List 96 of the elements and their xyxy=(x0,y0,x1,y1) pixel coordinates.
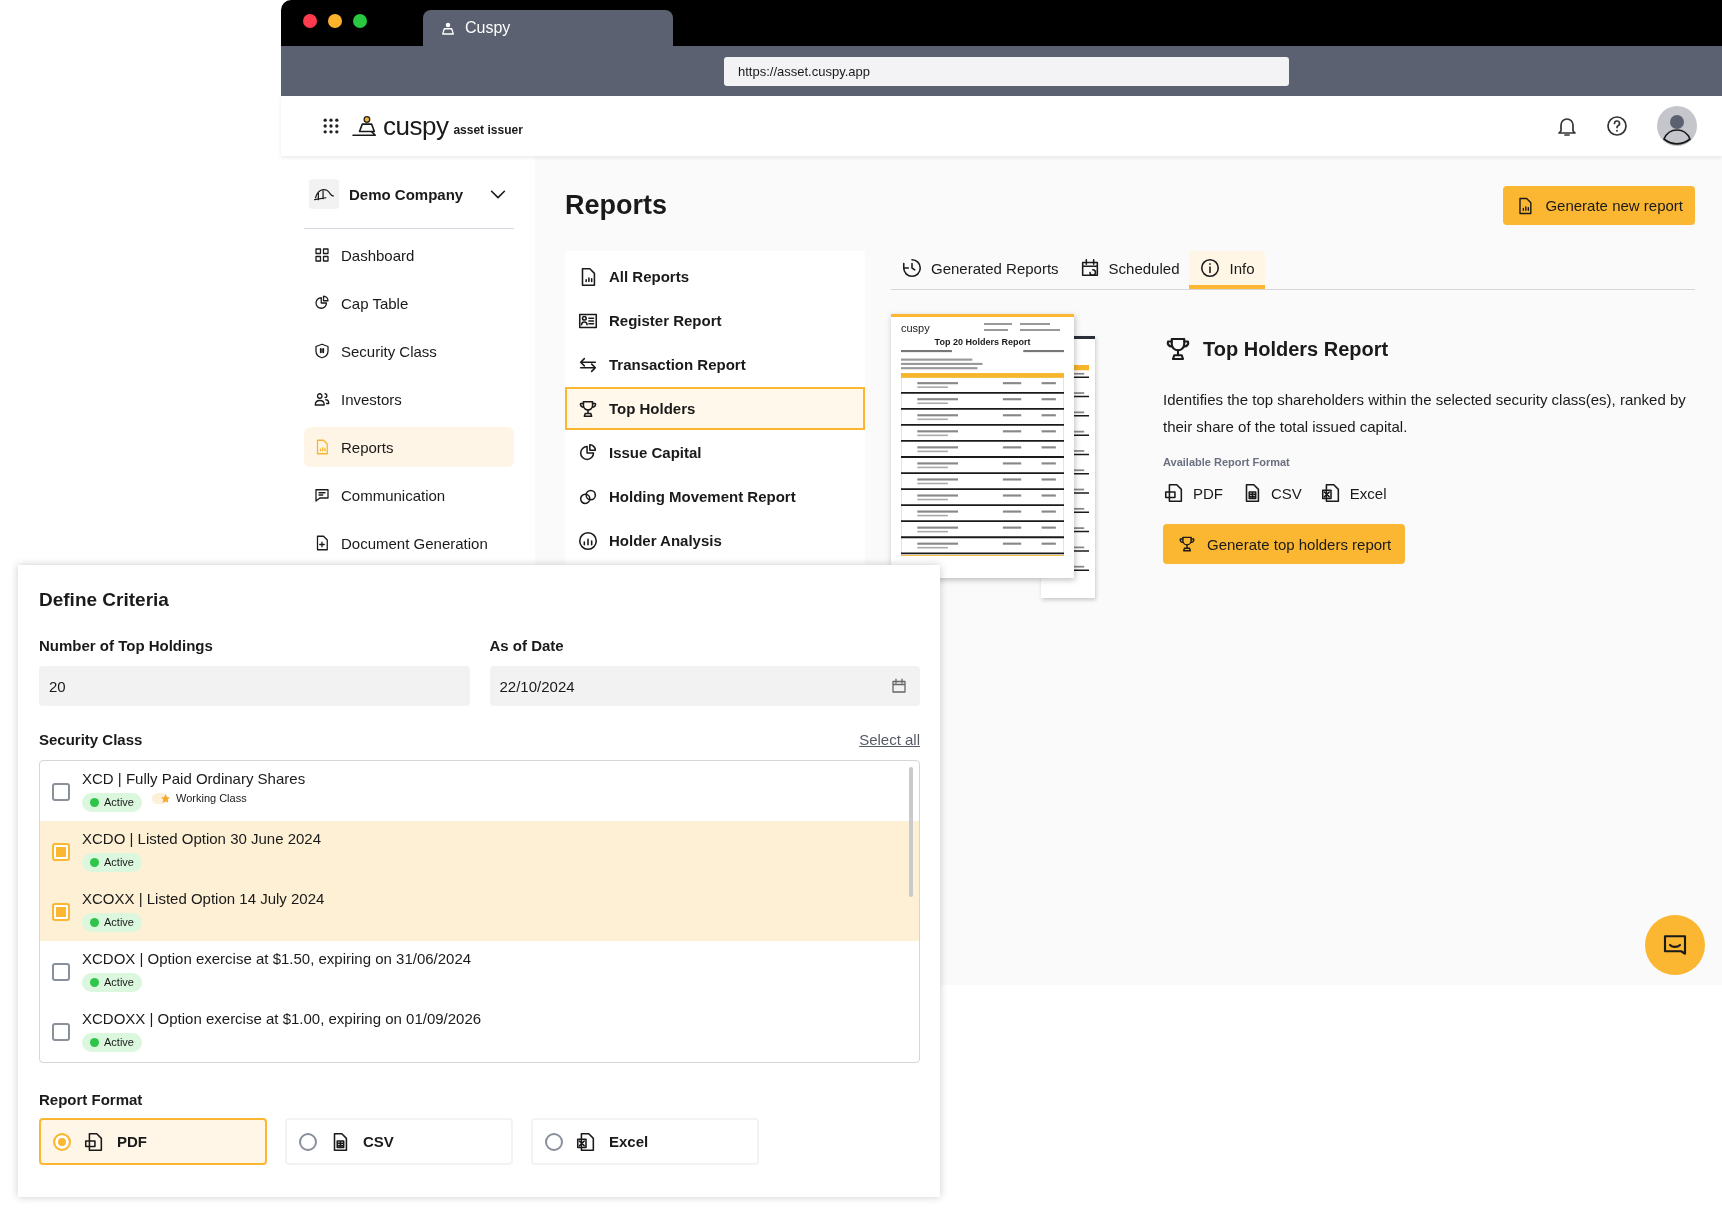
preview-logo-text: cuspy xyxy=(901,322,930,334)
tab[interactable]: Generated Reports xyxy=(891,251,1069,289)
report-type-item[interactable]: Register Report xyxy=(565,299,865,342)
apps-grid-icon[interactable] xyxy=(321,116,341,136)
report-description: Identifies the top shareholders within the selected security class(es), ranked by their share of the total issued capital. xyxy=(1163,390,1687,437)
formats-label: Available Report Format xyxy=(1163,456,1291,468)
maximize-window-dot[interactable] xyxy=(353,14,367,28)
pie-chart-icon xyxy=(313,294,331,312)
security-class-name: XCDOXX | Option exercise at $1.00, expiring on 01/09/2026 xyxy=(82,1010,482,1027)
company-logo-icon xyxy=(309,179,339,209)
company-selector[interactable]: Demo Company xyxy=(304,174,514,214)
report-type-item[interactable]: Issue Capital xyxy=(565,431,865,474)
close-window-dot[interactable] xyxy=(303,14,317,28)
format-label: CSV xyxy=(1271,484,1302,502)
scrollbar[interactable] xyxy=(909,767,913,897)
field-label: Number of Top Holdings xyxy=(39,637,214,654)
excel-file-icon xyxy=(575,1130,597,1153)
sidebar-item[interactable]: Security Class xyxy=(304,331,514,371)
tag-label: Working Class xyxy=(175,791,247,806)
radio-button[interactable] xyxy=(545,1132,563,1151)
checkbox[interactable] xyxy=(52,783,70,801)
chat-icon xyxy=(313,486,331,504)
shield-icon xyxy=(313,342,331,360)
browser-tab[interactable]: Cuspy xyxy=(423,10,673,46)
security-class-name: XCOXX | Listed Option 14 July 2024 xyxy=(82,890,325,907)
sidebar-item[interactable]: Investors xyxy=(304,379,514,419)
help-icon[interactable] xyxy=(1605,114,1629,138)
report-type-item[interactable]: Top Holders xyxy=(565,387,865,430)
checkbox[interactable] xyxy=(52,1023,70,1041)
security-class-row[interactable]: XCOXX | Listed Option 14 July 2024 Active xyxy=(40,881,919,941)
status-dot xyxy=(90,978,99,987)
security-class-row[interactable]: XCD | Fully Paid Ordinary Shares Active Working Class xyxy=(40,761,919,821)
chart-circle-icon xyxy=(577,529,599,552)
format-option[interactable]: Excel xyxy=(531,1118,759,1165)
tag-label: Active xyxy=(104,1035,134,1050)
sidebar-item[interactable]: Cap Table xyxy=(304,283,514,323)
generate-new-report-button[interactable]: Generate new report xyxy=(1503,186,1695,225)
report-type-item[interactable]: Holding Movement Report xyxy=(565,475,865,518)
pdf-file-icon xyxy=(1163,482,1185,504)
address-field[interactable]: https://asset.cuspy.app xyxy=(724,56,1289,86)
input-field[interactable]: 20 xyxy=(39,666,470,706)
radio-button[interactable] xyxy=(53,1132,71,1151)
checkbox[interactable] xyxy=(52,903,70,921)
history-icon xyxy=(901,257,923,279)
field-label: As of Date xyxy=(489,637,565,654)
calendar-icon[interactable] xyxy=(890,677,908,695)
format-option[interactable]: PDF xyxy=(39,1118,267,1165)
sidebar-item[interactable]: Dashboard xyxy=(304,235,514,275)
status-dot xyxy=(90,858,99,867)
radio-button[interactable] xyxy=(299,1132,317,1151)
security-class-name: XCDOX | Option exercise at $1.50, expiring on 31/06/2024 xyxy=(82,950,472,967)
pdf-file-icon xyxy=(83,1130,105,1153)
grid-icon xyxy=(313,246,331,264)
tag-label: Active xyxy=(104,855,134,870)
tag-label: Active xyxy=(104,795,134,810)
page-title: Reports xyxy=(565,190,667,221)
sidebar-item[interactable]: Document Generation xyxy=(304,523,514,563)
section-label: Report Format xyxy=(39,1091,144,1108)
section-label: Security Class xyxy=(39,731,143,748)
logo-text: cuspy xyxy=(383,110,449,142)
sidebar-item[interactable]: Reports xyxy=(304,427,514,467)
status-dot xyxy=(90,798,99,807)
format-option[interactable]: CSV xyxy=(285,1118,513,1165)
info-icon xyxy=(1199,257,1222,279)
tab[interactable]: Scheduled xyxy=(1068,251,1190,289)
checkbox[interactable] xyxy=(52,963,70,981)
report-type-item[interactable]: Transaction Report xyxy=(565,343,865,386)
security-class-row[interactable]: XCDOXX | Option exercise at $1.00, expiring on 01/09/2026 Active xyxy=(40,1001,919,1061)
tag-label: Active xyxy=(104,975,134,990)
avatar[interactable] xyxy=(1657,106,1697,146)
checkbox[interactable] xyxy=(52,843,70,861)
format-label: PDF xyxy=(1193,484,1223,502)
security-class-name: XCDO | Listed Option 30 June 2024 xyxy=(82,830,322,847)
status-dot xyxy=(90,918,99,927)
panel-title: Define Criteria xyxy=(39,589,170,611)
report-type-item[interactable]: All Reports xyxy=(565,255,865,298)
minimize-window-dot[interactable] xyxy=(328,14,342,28)
generate-report-button[interactable]: Generate top holders report xyxy=(1163,524,1406,564)
tab[interactable]: Info xyxy=(1189,251,1265,289)
report-type-item[interactable]: Holder Analysis xyxy=(565,519,865,562)
tag-label: Active xyxy=(104,915,134,930)
status-dot xyxy=(90,1038,99,1047)
sidebar-item[interactable]: Communication xyxy=(304,475,514,515)
select-all-link[interactable]: Select all xyxy=(859,731,920,748)
people-icon xyxy=(313,390,331,408)
excel-file-icon xyxy=(1319,482,1342,504)
logo-subtitle: asset issuer xyxy=(453,123,523,137)
date-field[interactable]: 22/10/2024 xyxy=(489,666,920,706)
trophy-icon xyxy=(1177,534,1197,554)
security-class-row[interactable]: XCDOX | Option exercise at $1.50, expiring on 31/06/2024 Active xyxy=(40,941,919,1001)
security-class-name: XCD | Fully Paid Ordinary Shares xyxy=(82,770,306,787)
security-class-row[interactable]: XCDO | Listed Option 30 June 2024 Active xyxy=(40,821,919,881)
report-title: Top Holders Report xyxy=(1203,337,1389,361)
preview-report-title: Top 20 Holders Report xyxy=(933,337,1032,347)
format-label: Excel xyxy=(1349,484,1387,502)
star-icon xyxy=(159,793,171,804)
